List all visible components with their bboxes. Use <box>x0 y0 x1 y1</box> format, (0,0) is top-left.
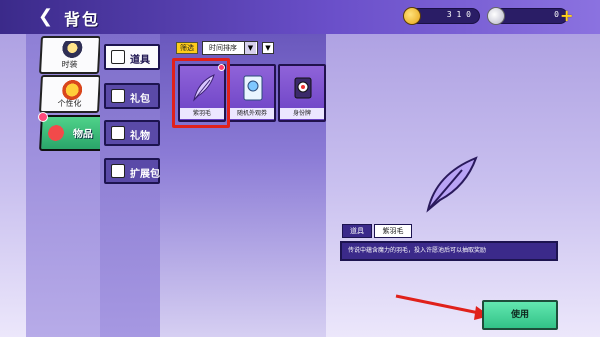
subtab-label: 礼物 <box>130 131 150 142</box>
subtab-label: 礼包 <box>130 94 150 105</box>
filter-badge: 筛选 <box>176 42 198 54</box>
subtab-props[interactable]: 道具 <box>104 44 160 70</box>
gem-icon <box>487 7 505 25</box>
category-tab-outfit[interactable]: 时装 <box>39 36 101 74</box>
item-description: 传说中蕴含魔力的羽毛，投入许愿池后可以抽取奖励 <box>340 241 558 261</box>
gold-currency: 3 1 0 <box>403 7 480 25</box>
category-tab-items[interactable]: 物品 <box>39 115 107 151</box>
new-item-dot <box>218 64 225 71</box>
gem-currency: 0 <box>487 7 568 25</box>
item-name: 身份牌 <box>280 108 324 119</box>
subtab-presents[interactable]: 礼物 <box>104 120 160 146</box>
use-button[interactable]: 使用 <box>482 300 558 330</box>
gem-amount: 0 <box>554 10 559 19</box>
category-tab-personalize[interactable]: 个性化 <box>39 75 101 113</box>
chevron-down-icon[interactable]: ▼ <box>244 42 256 54</box>
back-icon[interactable]: ❮ <box>38 7 58 27</box>
item-name: 随机外观券 <box>230 108 274 119</box>
subtab-column <box>100 34 160 337</box>
filter-icon[interactable]: ▼ <box>262 42 274 54</box>
box-icon <box>111 50 125 64</box>
item-card[interactable]: 身份牌 <box>278 64 326 122</box>
subtab-expansion[interactable]: 扩展包 <box>104 158 160 184</box>
detail-name-tab[interactable]: 紫羽毛 <box>374 224 412 238</box>
category-label: 个性化 <box>57 99 82 108</box>
outfit-icon <box>61 41 83 61</box>
feather-preview-icon <box>426 156 478 213</box>
subtab-label: 道具 <box>130 55 150 66</box>
notification-dot <box>38 112 48 122</box>
cards-icon <box>111 164 125 178</box>
star-badge-icon <box>61 80 83 100</box>
category-label: 物品 <box>72 129 94 140</box>
add-currency-button[interactable]: + <box>560 8 574 24</box>
gift-icon <box>111 89 125 103</box>
category-label: 时装 <box>61 60 78 69</box>
gold-amount: 3 1 0 <box>446 10 471 19</box>
item-card[interactable]: 随机外观券 <box>228 64 276 122</box>
ticket-icon <box>243 75 263 101</box>
subtab-label: 扩展包 <box>130 169 160 180</box>
subtab-gift-packs[interactable]: 礼包 <box>104 83 160 109</box>
flower-icon <box>111 126 125 140</box>
detail-type-tab[interactable]: 道具 <box>342 224 372 238</box>
badge-icon <box>294 77 312 99</box>
page-title: 背包 <box>64 10 101 29</box>
gold-coin-icon <box>403 7 421 25</box>
